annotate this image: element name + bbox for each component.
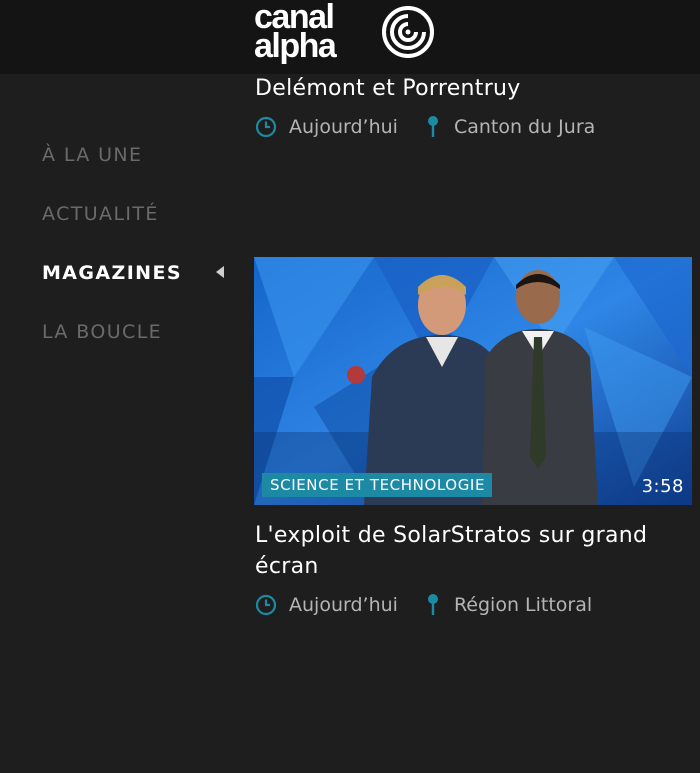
article-meta: Aujourd’hui Région Littoral bbox=[255, 592, 592, 618]
category-badge[interactable]: SCIENCE ET TECHNOLOGIE bbox=[262, 473, 493, 497]
logo-wordmark: canal alpha bbox=[254, 0, 337, 65]
video-thumbnail[interactable]: SCIENCE ET TECHNOLOGIE 3:58 bbox=[254, 257, 692, 505]
clock-icon bbox=[255, 116, 277, 138]
article-time: Aujourd’hui bbox=[289, 594, 398, 616]
location-pin-icon bbox=[427, 594, 438, 615]
clock-icon bbox=[255, 594, 277, 616]
thumbnail-image bbox=[254, 257, 692, 505]
nav-item-la-boucle[interactable]: LA BOUCLE bbox=[42, 321, 162, 343]
active-caret-icon bbox=[216, 266, 224, 278]
nav-item-a-la-une[interactable]: À LA UNE bbox=[42, 144, 142, 166]
nav-item-magazines[interactable]: MAGAZINES bbox=[42, 262, 182, 284]
canal-alpha-logo[interactable]: canal alpha bbox=[254, 0, 438, 68]
logo-line2: alpha bbox=[254, 27, 337, 65]
site-header: canal alpha bbox=[0, 0, 700, 74]
video-duration: 3:58 bbox=[641, 476, 684, 497]
article-title[interactable]: Delémont et Porrentruy bbox=[255, 74, 521, 104]
nav-item-actualite[interactable]: ACTUALITÉ bbox=[42, 203, 159, 225]
article-title[interactable]: L'exploit de SolarStratos sur grand écra… bbox=[255, 520, 695, 582]
article-location[interactable]: Région Littoral bbox=[454, 594, 592, 616]
article-location[interactable]: Canton du Jura bbox=[454, 116, 595, 138]
logo-spiral-icon bbox=[382, 6, 434, 58]
article-meta: Aujourd’hui Canton du Jura bbox=[255, 114, 595, 140]
article-time: Aujourd’hui bbox=[289, 116, 398, 138]
location-pin-icon bbox=[427, 116, 438, 137]
